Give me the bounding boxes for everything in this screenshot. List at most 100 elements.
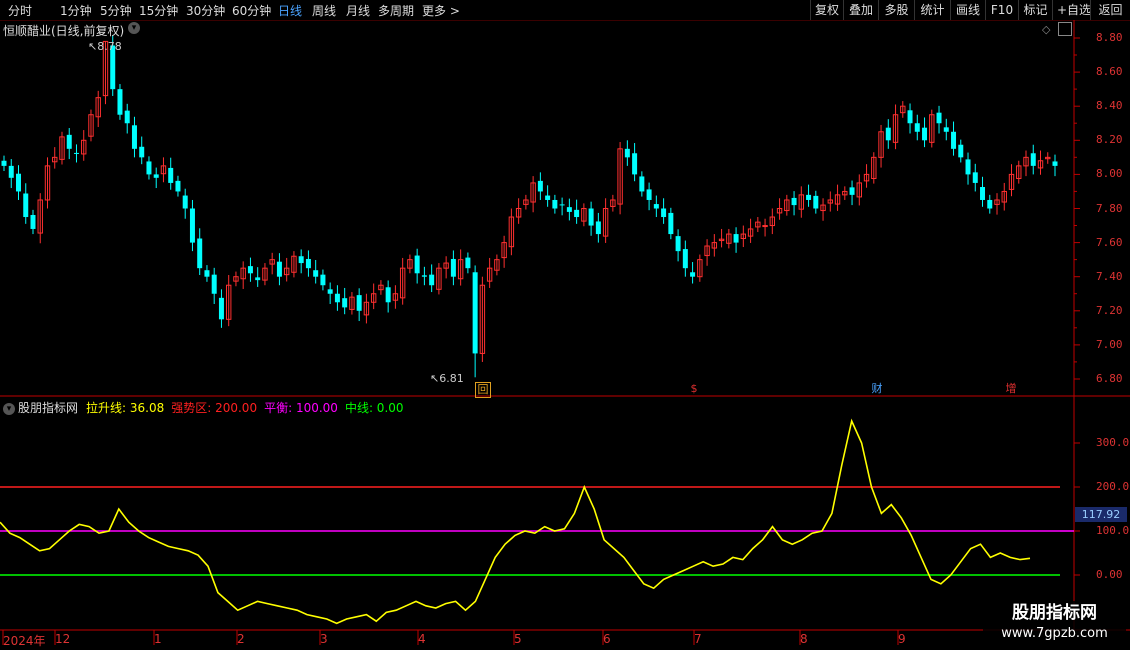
candle-body [661, 208, 667, 218]
panel-toggle-icon[interactable] [1058, 22, 1072, 36]
event-marker-issue[interactable]: 增 [1004, 382, 1018, 396]
period-toolbar: 分时 1分钟 5分钟 15分钟 30分钟 60分钟 日线 周线 月线 多周期 更多 > 复权 叠加 多股统… [0, 0, 1130, 21]
candle-body [545, 195, 551, 200]
toolbar-button-4[interactable]: 画线 [950, 0, 985, 20]
period-tab-0[interactable]: 分时 [8, 2, 32, 19]
price-tick-label: 7.00 [1096, 337, 1123, 351]
candle-body [320, 274, 326, 286]
collapse-icon[interactable]: ▾ [3, 403, 15, 415]
arrow-icon: ↖ [88, 40, 98, 53]
period-tab-2[interactable]: 5分钟 [100, 2, 132, 19]
legend-item: 平衡: 100.00 [264, 401, 338, 415]
candle-body [1030, 153, 1036, 166]
candle-body [646, 189, 652, 200]
price-tick-label: 7.80 [1096, 201, 1123, 215]
event-marker-dividend[interactable]: $ [687, 382, 701, 396]
candle-body [690, 272, 696, 277]
candle-body [139, 146, 145, 158]
candle-body [806, 194, 812, 200]
candle-body [958, 144, 964, 158]
candle-body [465, 257, 471, 269]
current-value-tag: 117.92 [1075, 507, 1127, 522]
time-tick-label: 5 [514, 632, 522, 646]
event-marker-review[interactable]: 回 [475, 382, 491, 398]
candle-body [117, 89, 123, 115]
candle-body [247, 266, 253, 274]
period-tab-1[interactable]: 1分钟 [60, 2, 92, 19]
candle-body [943, 127, 949, 132]
candle-body [450, 258, 456, 277]
time-tick-label: 3 [320, 632, 328, 646]
candle-body [849, 187, 855, 195]
toolbar-button-0[interactable]: 复权 [810, 0, 843, 20]
candle-body [980, 187, 986, 200]
candle-body [15, 173, 21, 192]
lift-line [0, 418, 1031, 625]
indicator-name: 股朋指标网 [18, 401, 79, 415]
candle-body [914, 123, 920, 132]
price-tick-label: 8.60 [1096, 65, 1123, 79]
candle-body [429, 274, 435, 286]
collapse-icon[interactable]: ▾ [128, 22, 140, 34]
time-tick-label: 7 [694, 632, 702, 646]
candle-body [8, 165, 14, 178]
high-price-label: 8.78 [97, 40, 122, 53]
time-tick-label: 2024年 [3, 634, 46, 648]
period-tab-5[interactable]: 60分钟 [232, 2, 271, 19]
event-marker-finance[interactable]: 财 [870, 382, 884, 396]
candle-body [356, 295, 362, 311]
candle-body [421, 275, 427, 277]
period-tab-6[interactable]: 日线 [278, 2, 302, 19]
candle-body [574, 209, 580, 218]
toolbar-button-6[interactable]: 标记 [1018, 0, 1052, 20]
toolbar-button-1[interactable]: 叠加 [843, 0, 878, 20]
indicator-tick-label: 0.00 [1096, 568, 1123, 581]
period-tab-4[interactable]: 30分钟 [186, 2, 225, 19]
period-tab-10[interactable]: 更多 > [422, 2, 460, 19]
price-tick-label: 7.20 [1096, 303, 1123, 317]
candle-body [189, 208, 195, 243]
candle-body [791, 197, 797, 206]
candle-body [298, 256, 304, 264]
chart-canvas[interactable] [0, 20, 1130, 650]
period-tab-9[interactable]: 多周期 [378, 2, 414, 19]
watermark-title: 股朋指标网 [1012, 603, 1097, 623]
toolbar-button-3[interactable]: 统计 [914, 0, 950, 20]
candle-body [552, 199, 558, 209]
period-tab-8[interactable]: 月线 [346, 2, 370, 19]
period-tab-7[interactable]: 周线 [312, 2, 336, 19]
price-tick-label: 6.80 [1096, 372, 1123, 385]
time-tick-label: 2 [237, 632, 245, 646]
candle-body [653, 204, 659, 209]
candle-body [255, 277, 261, 281]
candle-body [305, 258, 311, 269]
candle-body [762, 225, 768, 228]
candle-body [675, 236, 681, 252]
time-tick-label: 1 [154, 632, 162, 646]
candle-body [472, 272, 478, 354]
toolbar-button-8[interactable]: 返回 [1090, 0, 1130, 20]
time-tick-label: 9 [898, 632, 906, 646]
main-chart-title: 恒顺醋业(日线,前复权) [3, 24, 125, 38]
toolbar-button-7[interactable]: +自选 [1052, 0, 1091, 20]
low-price-label: 6.81 [439, 372, 464, 385]
price-tick-label: 7.40 [1096, 269, 1123, 283]
legend-item: 拉升线: 36.08 [86, 401, 165, 415]
period-tab-3[interactable]: 15分钟 [139, 2, 178, 19]
candle-body [168, 167, 174, 183]
candle-body [1, 160, 7, 166]
candle-body [30, 214, 36, 229]
candle-body [146, 161, 152, 175]
toolbar-button-5[interactable]: F10 [985, 0, 1018, 20]
candle-body [1052, 161, 1058, 166]
time-tick-label: 4 [418, 632, 426, 646]
candle-body [204, 270, 210, 277]
price-tick-label: 7.60 [1096, 235, 1123, 249]
diamond-icon[interactable]: ◇ [1042, 23, 1050, 36]
toolbar-button-2[interactable]: 多股 [878, 0, 914, 20]
price-tick-label: 8.20 [1096, 133, 1123, 147]
time-tick-label: 6 [603, 632, 611, 646]
candle-body [595, 221, 601, 235]
candle-body [66, 134, 72, 149]
candle-body [131, 125, 137, 149]
